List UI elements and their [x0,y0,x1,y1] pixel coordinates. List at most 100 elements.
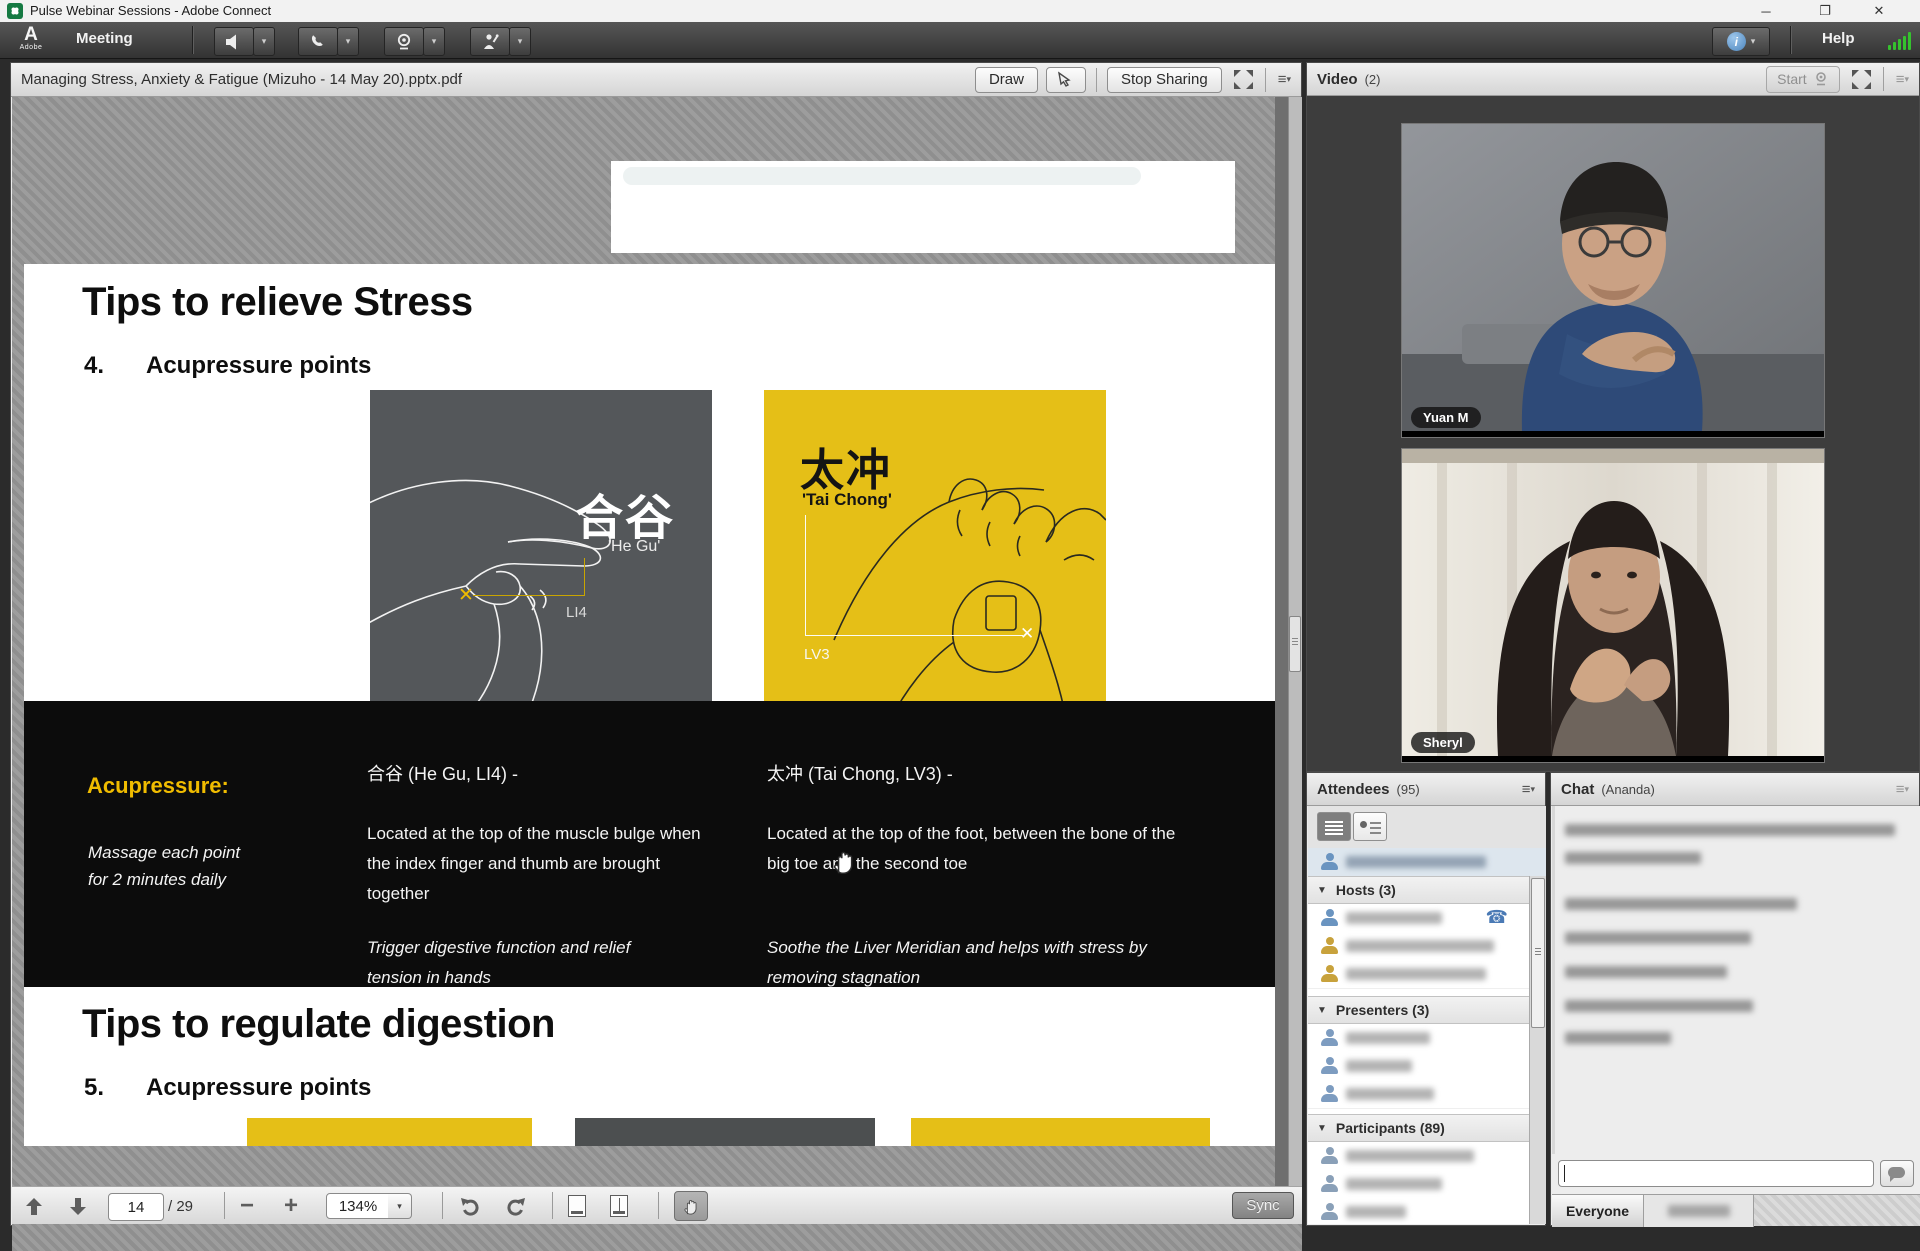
start-webcam-button[interactable]: Start [1766,66,1840,93]
toolbar-separator [442,1192,443,1219]
page-number-input[interactable] [108,1193,164,1221]
shared-document-title: Managing Stress, Anxiety & Fatigue (Mizu… [21,71,462,88]
menu-meeting[interactable]: Meeting [76,30,133,47]
share-scrollbar-thumb[interactable] [1289,616,1301,672]
chat-tab-private[interactable] [1644,1195,1754,1227]
hegu-illustration: 合谷 'He Gu' ✕ LI4 [370,390,712,732]
presenter-person-icon [1321,1057,1338,1074]
raise-hand-button[interactable] [470,27,510,56]
chat-pod-menu-icon[interactable]: ≡▾ [1896,784,1909,795]
speaker-button[interactable] [214,27,254,56]
draw-button[interactable]: Draw [975,67,1038,93]
hosts-section-header[interactable]: ▼ Hosts (3) [1308,876,1530,904]
fit-width-button[interactable] [610,1193,628,1219]
up-arrow-icon [26,1198,42,1215]
redo-button[interactable] [504,1193,526,1219]
next-page-button[interactable] [70,1193,86,1219]
presenter-row[interactable] [1308,1080,1530,1109]
menubar-separator [1790,26,1791,54]
pointer-tool-button[interactable] [1046,67,1086,93]
participant-row[interactable] [1308,1170,1530,1199]
redacted-attendee-name [1346,968,1486,980]
host-row[interactable]: ☎ [1308,904,1530,933]
raise-hand-dropdown[interactable]: ▾ [509,27,531,56]
video-fullscreen-icon[interactable] [1852,70,1871,89]
info-icon: i [1727,32,1746,51]
presenter-row[interactable] [1308,1052,1530,1081]
adobe-connect-app-icon [7,3,23,19]
massage-note-line1: Massage each point [88,839,240,866]
zoom-in-button[interactable]: + [284,1193,298,1219]
speaker-icon [225,34,243,50]
send-message-button[interactable] [1880,1160,1914,1187]
adobe-logo-text: Adobe [14,44,48,51]
connection-signal-icon [1888,31,1911,50]
video-frame-sheryl [1402,449,1824,756]
fullscreen-icon[interactable] [1234,70,1253,89]
undo-icon [460,1196,482,1216]
previous-slide-partial [611,161,1235,253]
presenters-section-label: Presenters (3) [1336,1002,1429,1018]
collapse-triangle-icon: ▼ [1317,1123,1327,1134]
previous-page-button[interactable] [26,1193,42,1219]
toolbar-separator [658,1192,659,1219]
chat-scope-label: (Ananda) [1601,782,1654,797]
window-titlebar: Pulse Webinar Sessions - Adobe Connect ─… [0,0,1920,23]
menu-help[interactable]: Help [1822,30,1855,47]
redacted-attendee-name [1346,1178,1442,1190]
connection-info-button[interactable]: i ▾ [1712,27,1770,56]
raise-hand-icon [481,33,499,50]
slide-title-digestion: Tips to regulate digestion [82,1002,555,1047]
chat-bubble-icon [1888,1167,1905,1178]
video-count: (2) [1365,72,1381,87]
taichong-english-label: 'Tai Chong' [802,490,892,510]
taichong-benefit-line2: removing stagnation [767,963,1207,993]
chat-message-input[interactable] [1558,1160,1874,1187]
telephone-dropdown[interactable]: ▾ [337,27,359,56]
maximize-button[interactable]: ❐ [1802,0,1848,22]
video-name-label: Yuan M [1411,407,1481,428]
share-pod-menu-icon[interactable]: ≡▾ [1278,74,1291,85]
participants-section-header[interactable]: ▼ Participants (89) [1308,1114,1530,1142]
chat-input-row [1552,1154,1920,1194]
participant-row[interactable] [1308,1198,1530,1224]
telephone-button[interactable] [298,27,338,56]
pan-tool-button[interactable] [674,1191,708,1221]
hegu-text-desc: Located at the top of the muscle bulge w… [367,819,719,909]
chat-tab-everyone[interactable]: Everyone [1552,1195,1644,1227]
zoom-out-button[interactable]: − [240,1193,254,1219]
redacted-tab-name [1668,1205,1730,1217]
presenters-section-header[interactable]: ▼ Presenters (3) [1308,996,1530,1024]
undo-button[interactable] [460,1193,482,1219]
host-row[interactable] [1308,932,1530,961]
host-row[interactable] [1308,960,1530,989]
speaker-dropdown[interactable]: ▾ [253,27,275,56]
minimize-button[interactable]: ─ [1743,0,1789,22]
sync-button[interactable]: Sync [1232,1192,1294,1219]
attendees-scrollbar-thumb[interactable] [1531,878,1545,1028]
chat-message-list [1552,806,1920,1154]
chat-pod-title: Chat [1561,781,1594,798]
hegu-text-title: 合谷 (He Gu, LI4) - [367,759,518,789]
video-pod-menu-icon[interactable]: ≡▾ [1896,74,1909,85]
zoom-level-dropdown[interactable]: ▾ [388,1193,412,1219]
participant-row[interactable] [1308,1142,1530,1171]
redacted-chat-message [1565,824,1895,836]
telephone-icon [309,34,327,50]
info-dropdown-caret: ▾ [1751,36,1756,47]
collapse-triangle-icon: ▼ [1317,885,1327,896]
telephone-status-icon: ☎ [1486,907,1508,928]
attendee-status-view-button[interactable] [1353,812,1387,841]
presenter-row[interactable] [1308,1024,1530,1053]
webcam-button[interactable] [384,27,424,56]
attendee-list-view-button[interactable] [1317,812,1351,841]
next-image-partial [911,1118,1210,1146]
attendees-pod-menu-icon[interactable]: ≡▾ [1522,784,1535,795]
fit-page-button[interactable] [568,1193,586,1219]
video-feed-sheryl: Sheryl [1401,448,1825,763]
close-button[interactable]: ✕ [1856,0,1902,22]
webcam-dropdown[interactable]: ▾ [423,27,445,56]
stop-sharing-button[interactable]: Stop Sharing [1107,67,1222,93]
acupressure-heading: Acupressure: [87,773,229,799]
selected-attendee-row[interactable] [1308,848,1546,877]
